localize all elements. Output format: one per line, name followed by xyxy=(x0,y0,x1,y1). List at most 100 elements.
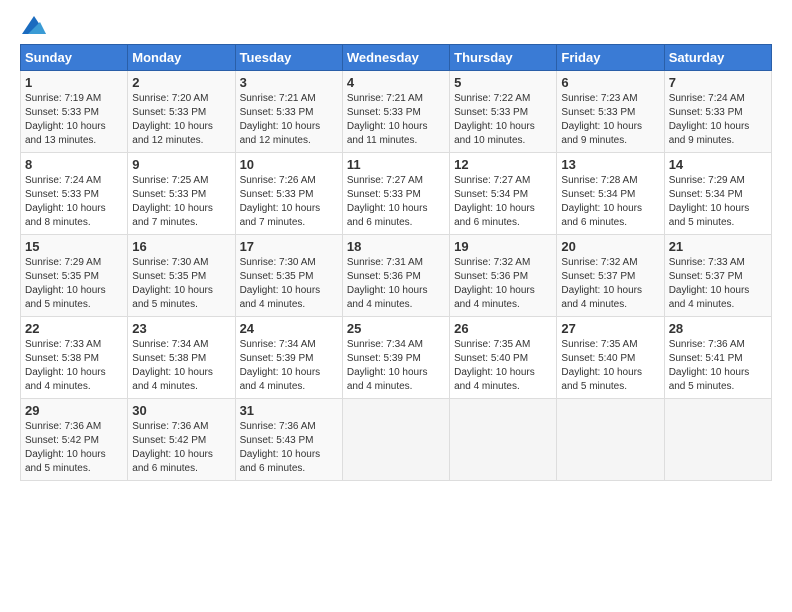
day-info: Sunrise: 7:24 AM Sunset: 5:33 PM Dayligh… xyxy=(669,92,767,148)
day-number: 15 xyxy=(25,239,123,254)
day-cell: 30 Sunrise: 7:36 AM Sunset: 5:42 PM Dayli… xyxy=(128,399,235,481)
day-cell: 16 Sunrise: 7:30 AM Sunset: 5:35 PM Dayli… xyxy=(128,235,235,317)
day-info: Sunrise: 7:36 AM Sunset: 5:42 PM Dayligh… xyxy=(132,420,230,476)
logo-icon xyxy=(22,16,46,34)
col-monday: Monday xyxy=(128,45,235,71)
day-number: 2 xyxy=(132,75,230,90)
day-cell: 20 Sunrise: 7:32 AM Sunset: 5:37 PM Dayli… xyxy=(557,235,664,317)
day-number: 4 xyxy=(347,75,445,90)
day-number: 18 xyxy=(347,239,445,254)
day-cell: 17 Sunrise: 7:30 AM Sunset: 5:35 PM Dayli… xyxy=(235,235,342,317)
day-number: 1 xyxy=(25,75,123,90)
week-row-1: 1 Sunrise: 7:19 AM Sunset: 5:33 PM Daylig… xyxy=(21,71,772,153)
day-cell: 25 Sunrise: 7:34 AM Sunset: 5:39 PM Dayli… xyxy=(342,317,449,399)
day-cell: 7 Sunrise: 7:24 AM Sunset: 5:33 PM Daylig… xyxy=(664,71,771,153)
day-cell: 18 Sunrise: 7:31 AM Sunset: 5:36 PM Dayli… xyxy=(342,235,449,317)
day-cell xyxy=(557,399,664,481)
day-cell: 4 Sunrise: 7:21 AM Sunset: 5:33 PM Daylig… xyxy=(342,71,449,153)
day-info: Sunrise: 7:22 AM Sunset: 5:33 PM Dayligh… xyxy=(454,92,552,148)
day-number: 26 xyxy=(454,321,552,336)
day-info: Sunrise: 7:24 AM Sunset: 5:33 PM Dayligh… xyxy=(25,174,123,230)
day-number: 28 xyxy=(669,321,767,336)
day-info: Sunrise: 7:32 AM Sunset: 5:37 PM Dayligh… xyxy=(561,256,659,312)
day-cell: 12Sunrise: 7:27 AM Sunset: 5:34 PM Dayli… xyxy=(450,153,557,235)
day-info: Sunrise: 7:34 AM Sunset: 5:39 PM Dayligh… xyxy=(240,338,338,394)
day-info: Sunrise: 7:29 AM Sunset: 5:35 PM Dayligh… xyxy=(25,256,123,312)
day-info: Sunrise: 7:23 AM Sunset: 5:33 PM Dayligh… xyxy=(561,92,659,148)
day-number: 19 xyxy=(454,239,552,254)
day-cell: 27 Sunrise: 7:35 AM Sunset: 5:40 PM Dayli… xyxy=(557,317,664,399)
logo xyxy=(20,16,48,34)
day-cell xyxy=(342,399,449,481)
day-info: Sunrise: 7:21 AM Sunset: 5:33 PM Dayligh… xyxy=(240,92,338,148)
day-number: 24 xyxy=(240,321,338,336)
day-info: Sunrise: 7:34 AM Sunset: 5:39 PM Dayligh… xyxy=(347,338,445,394)
day-info: Sunrise: 7:34 AM Sunset: 5:38 PM Dayligh… xyxy=(132,338,230,394)
day-info: Sunrise: 7:33 AM Sunset: 5:38 PM Dayligh… xyxy=(25,338,123,394)
col-saturday: Saturday xyxy=(664,45,771,71)
week-row-3: 15 Sunrise: 7:29 AM Sunset: 5:35 PM Dayli… xyxy=(21,235,772,317)
day-cell: 19 Sunrise: 7:32 AM Sunset: 5:36 PM Dayli… xyxy=(450,235,557,317)
day-number: 27 xyxy=(561,321,659,336)
day-cell: 22 Sunrise: 7:33 AM Sunset: 5:38 PM Dayli… xyxy=(21,317,128,399)
day-number: 20 xyxy=(561,239,659,254)
day-info: Sunrise: 7:25 AM Sunset: 5:33 PM Dayligh… xyxy=(132,174,230,230)
week-row-2: 8 Sunrise: 7:24 AM Sunset: 5:33 PM Daylig… xyxy=(21,153,772,235)
day-info: Sunrise: 7:30 AM Sunset: 5:35 PM Dayligh… xyxy=(132,256,230,312)
day-number: 10 xyxy=(240,157,338,172)
col-sunday: Sunday xyxy=(21,45,128,71)
day-number: 8 xyxy=(25,157,123,172)
day-info: Sunrise: 7:33 AM Sunset: 5:37 PM Dayligh… xyxy=(669,256,767,312)
logo-text xyxy=(20,16,48,34)
day-cell: 8 Sunrise: 7:24 AM Sunset: 5:33 PM Daylig… xyxy=(21,153,128,235)
day-cell xyxy=(664,399,771,481)
day-cell: 5Sunrise: 7:22 AM Sunset: 5:33 PM Daylig… xyxy=(450,71,557,153)
day-info: Sunrise: 7:26 AM Sunset: 5:33 PM Dayligh… xyxy=(240,174,338,230)
col-friday: Friday xyxy=(557,45,664,71)
day-number: 9 xyxy=(132,157,230,172)
week-row-4: 22 Sunrise: 7:33 AM Sunset: 5:38 PM Dayli… xyxy=(21,317,772,399)
day-info: Sunrise: 7:19 AM Sunset: 5:33 PM Dayligh… xyxy=(25,92,123,148)
day-cell: 1 Sunrise: 7:19 AM Sunset: 5:33 PM Daylig… xyxy=(21,71,128,153)
day-number: 22 xyxy=(25,321,123,336)
day-number: 30 xyxy=(132,403,230,418)
day-cell: 13 Sunrise: 7:28 AM Sunset: 5:34 PM Dayli… xyxy=(557,153,664,235)
header xyxy=(20,16,772,34)
day-cell: 23Sunrise: 7:34 AM Sunset: 5:38 PM Dayli… xyxy=(128,317,235,399)
day-number: 7 xyxy=(669,75,767,90)
day-info: Sunrise: 7:28 AM Sunset: 5:34 PM Dayligh… xyxy=(561,174,659,230)
day-info: Sunrise: 7:20 AM Sunset: 5:33 PM Dayligh… xyxy=(132,92,230,148)
day-cell: 28Sunrise: 7:36 AM Sunset: 5:41 PM Dayli… xyxy=(664,317,771,399)
day-number: 14 xyxy=(669,157,767,172)
day-info: Sunrise: 7:32 AM Sunset: 5:36 PM Dayligh… xyxy=(454,256,552,312)
day-info: Sunrise: 7:27 AM Sunset: 5:33 PM Dayligh… xyxy=(347,174,445,230)
day-number: 16 xyxy=(132,239,230,254)
calendar-table: Sunday Monday Tuesday Wednesday Thursday… xyxy=(20,44,772,481)
day-cell: 21 Sunrise: 7:33 AM Sunset: 5:37 PM Dayli… xyxy=(664,235,771,317)
day-number: 17 xyxy=(240,239,338,254)
page: Sunday Monday Tuesday Wednesday Thursday… xyxy=(0,0,792,491)
day-number: 25 xyxy=(347,321,445,336)
day-info: Sunrise: 7:35 AM Sunset: 5:40 PM Dayligh… xyxy=(454,338,552,394)
day-info: Sunrise: 7:21 AM Sunset: 5:33 PM Dayligh… xyxy=(347,92,445,148)
day-number: 21 xyxy=(669,239,767,254)
day-number: 29 xyxy=(25,403,123,418)
day-number: 11 xyxy=(347,157,445,172)
day-cell: 9 Sunrise: 7:25 AM Sunset: 5:33 PM Daylig… xyxy=(128,153,235,235)
day-info: Sunrise: 7:29 AM Sunset: 5:34 PM Dayligh… xyxy=(669,174,767,230)
day-info: Sunrise: 7:30 AM Sunset: 5:35 PM Dayligh… xyxy=(240,256,338,312)
day-cell: 14 Sunrise: 7:29 AM Sunset: 5:34 PM Dayli… xyxy=(664,153,771,235)
day-info: Sunrise: 7:36 AM Sunset: 5:43 PM Dayligh… xyxy=(240,420,338,476)
day-info: Sunrise: 7:36 AM Sunset: 5:42 PM Dayligh… xyxy=(25,420,123,476)
day-cell: 10 Sunrise: 7:26 AM Sunset: 5:33 PM Dayli… xyxy=(235,153,342,235)
day-info: Sunrise: 7:35 AM Sunset: 5:40 PM Dayligh… xyxy=(561,338,659,394)
day-cell: 15 Sunrise: 7:29 AM Sunset: 5:35 PM Dayli… xyxy=(21,235,128,317)
day-cell: 2 Sunrise: 7:20 AM Sunset: 5:33 PM Daylig… xyxy=(128,71,235,153)
day-cell: 31 Sunrise: 7:36 AM Sunset: 5:43 PM Dayli… xyxy=(235,399,342,481)
day-cell: 26 Sunrise: 7:35 AM Sunset: 5:40 PM Dayli… xyxy=(450,317,557,399)
day-info: Sunrise: 7:31 AM Sunset: 5:36 PM Dayligh… xyxy=(347,256,445,312)
day-number: 31 xyxy=(240,403,338,418)
day-info: Sunrise: 7:27 AM Sunset: 5:34 PM Dayligh… xyxy=(454,174,552,230)
day-number: 13 xyxy=(561,157,659,172)
header-row: Sunday Monday Tuesday Wednesday Thursday… xyxy=(21,45,772,71)
